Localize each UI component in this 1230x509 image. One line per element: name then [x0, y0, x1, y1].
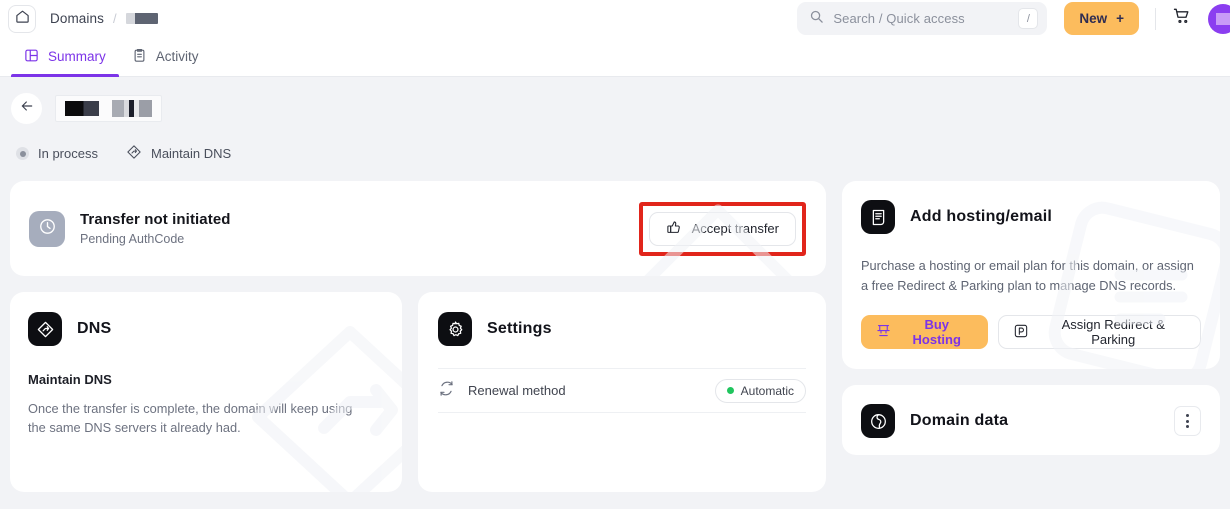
accept-transfer-label: Accept transfer — [691, 221, 779, 236]
kebab-menu-icon[interactable] — [1174, 406, 1201, 436]
plus-icon: + — [1116, 11, 1124, 26]
renewal-method-badge-label: Automatic — [740, 383, 794, 398]
domain-status-row: In process Maintain DNS — [11, 144, 1230, 163]
search-icon — [809, 9, 824, 29]
hosting-card-title: Add hosting/email — [910, 208, 1053, 225]
globe-icon — [861, 404, 895, 438]
domain-data-title: Domain data — [910, 412, 1009, 429]
arrow-left-icon — [19, 98, 35, 119]
tab-bar: Summary Activity — [0, 37, 1230, 77]
status-dot-icon — [16, 147, 29, 160]
status-dot-green-icon — [726, 387, 734, 394]
tab-summary-label: Summary — [48, 49, 106, 64]
add-hosting-email-card: Add hosting/email Purchase a hosting or … — [842, 181, 1220, 369]
breadcrumb-current-domain — [125, 13, 158, 24]
buy-hosting-label: Buy Hosting — [912, 317, 961, 347]
cart-button[interactable] — [1170, 7, 1194, 31]
hosting-card-header: Add hosting/email — [861, 200, 1201, 234]
transfer-subtitle: Pending AuthCode — [80, 232, 185, 246]
dns-card-header: DNS — [28, 312, 384, 346]
settings-card-title: Settings — [487, 320, 552, 337]
domain-title-row — [11, 93, 1230, 124]
right-column: Add hosting/email Purchase a hosting or … — [842, 181, 1220, 455]
domain-name-redacted — [55, 95, 162, 122]
buy-hosting-button[interactable]: Buy Hosting — [861, 315, 989, 349]
home-button[interactable] — [8, 4, 36, 33]
status-maintain-dns-label: Maintain DNS — [150, 146, 232, 161]
document-hosting-icon — [861, 200, 895, 234]
dns-card-body: Once the transfer is complete, the domai… — [28, 401, 353, 435]
status-maintain-dns: Maintain DNS — [126, 144, 231, 163]
top-bar: Domains / Search / Quick access / New + — [0, 0, 1230, 37]
shopping-cart-icon — [1172, 6, 1192, 31]
avatar[interactable] — [1208, 3, 1230, 34]
tab-activity[interactable]: Activity — [119, 37, 212, 77]
assign-redirect-parking-button[interactable]: Assign Redirect & Parking — [998, 315, 1201, 349]
refresh-cycle-icon — [438, 380, 455, 402]
redaction-block — [112, 100, 152, 117]
transfer-text: Transfer not initiated Pending AuthCode — [80, 211, 231, 246]
domain-data-card: Domain data — [842, 385, 1220, 455]
redaction-block — [65, 101, 99, 116]
settings-card: Settings Renewal method Automatic — [418, 292, 826, 492]
clock-icon — [38, 217, 57, 241]
parking-icon — [1013, 323, 1029, 342]
hosting-card-actions: Buy Hosting Assign Redirect & Parking — [861, 315, 1201, 349]
transfer-status-card: Transfer not initiated Pending AuthCode … — [10, 181, 826, 276]
top-bar-actions: Search / Quick access / New + — [797, 2, 1230, 35]
search-shortcut-key: / — [1018, 8, 1039, 29]
layout-panel-icon — [24, 48, 39, 66]
transfer-title: Transfer not initiated — [80, 211, 231, 228]
back-button[interactable] — [11, 93, 42, 124]
gear-icon — [438, 312, 472, 346]
clock-badge — [29, 210, 65, 247]
breadcrumb-separator: / — [112, 11, 117, 26]
main-content: Transfer not initiated Pending AuthCode … — [0, 181, 1230, 492]
left-column: Transfer not initiated Pending AuthCode … — [10, 181, 826, 492]
new-button-label: New — [1079, 11, 1108, 26]
server-icon — [876, 323, 891, 341]
dns-card-title: DNS — [77, 320, 112, 337]
thumbs-up-icon — [666, 219, 682, 238]
breadcrumb-domains[interactable]: Domains — [50, 11, 104, 26]
dns-card-subtitle: Maintain DNS — [28, 372, 112, 387]
dns-diamond-icon — [28, 312, 62, 346]
assign-redirect-parking-label: Assign Redirect & Parking — [1061, 317, 1165, 347]
settings-card-header: Settings — [438, 312, 806, 346]
search-input[interactable]: Search / Quick access / — [797, 2, 1048, 35]
tab-activity-label: Activity — [155, 49, 199, 64]
clipboard-list-icon — [132, 48, 147, 66]
hosting-card-description: Purchase a hosting or email plan for thi… — [861, 258, 1194, 293]
accept-transfer-highlight: Accept transfer — [638, 201, 806, 256]
domain-header: In process Maintain DNS — [0, 77, 1230, 163]
tab-summary[interactable]: Summary — [11, 37, 119, 77]
dns-diamond-icon — [126, 144, 142, 163]
status-in-process-label: In process — [38, 146, 98, 161]
domain-data-header: Domain data — [861, 404, 1201, 438]
toolbar-divider — [1155, 7, 1156, 30]
home-icon — [15, 9, 30, 29]
settings-row-renewal-method[interactable]: Renewal method Automatic — [438, 369, 806, 413]
search-placeholder: Search / Quick access — [833, 11, 965, 26]
new-button[interactable]: New + — [1064, 2, 1139, 35]
left-cards-row: DNS Maintain DNS Once the transfer is co… — [10, 292, 826, 492]
accept-transfer-button[interactable]: Accept transfer — [648, 211, 796, 246]
renewal-method-badge: Automatic — [714, 378, 806, 403]
renewal-method-label: Renewal method — [468, 383, 566, 398]
dns-card: DNS Maintain DNS Once the transfer is co… — [10, 292, 402, 492]
status-in-process: In process — [16, 146, 98, 161]
